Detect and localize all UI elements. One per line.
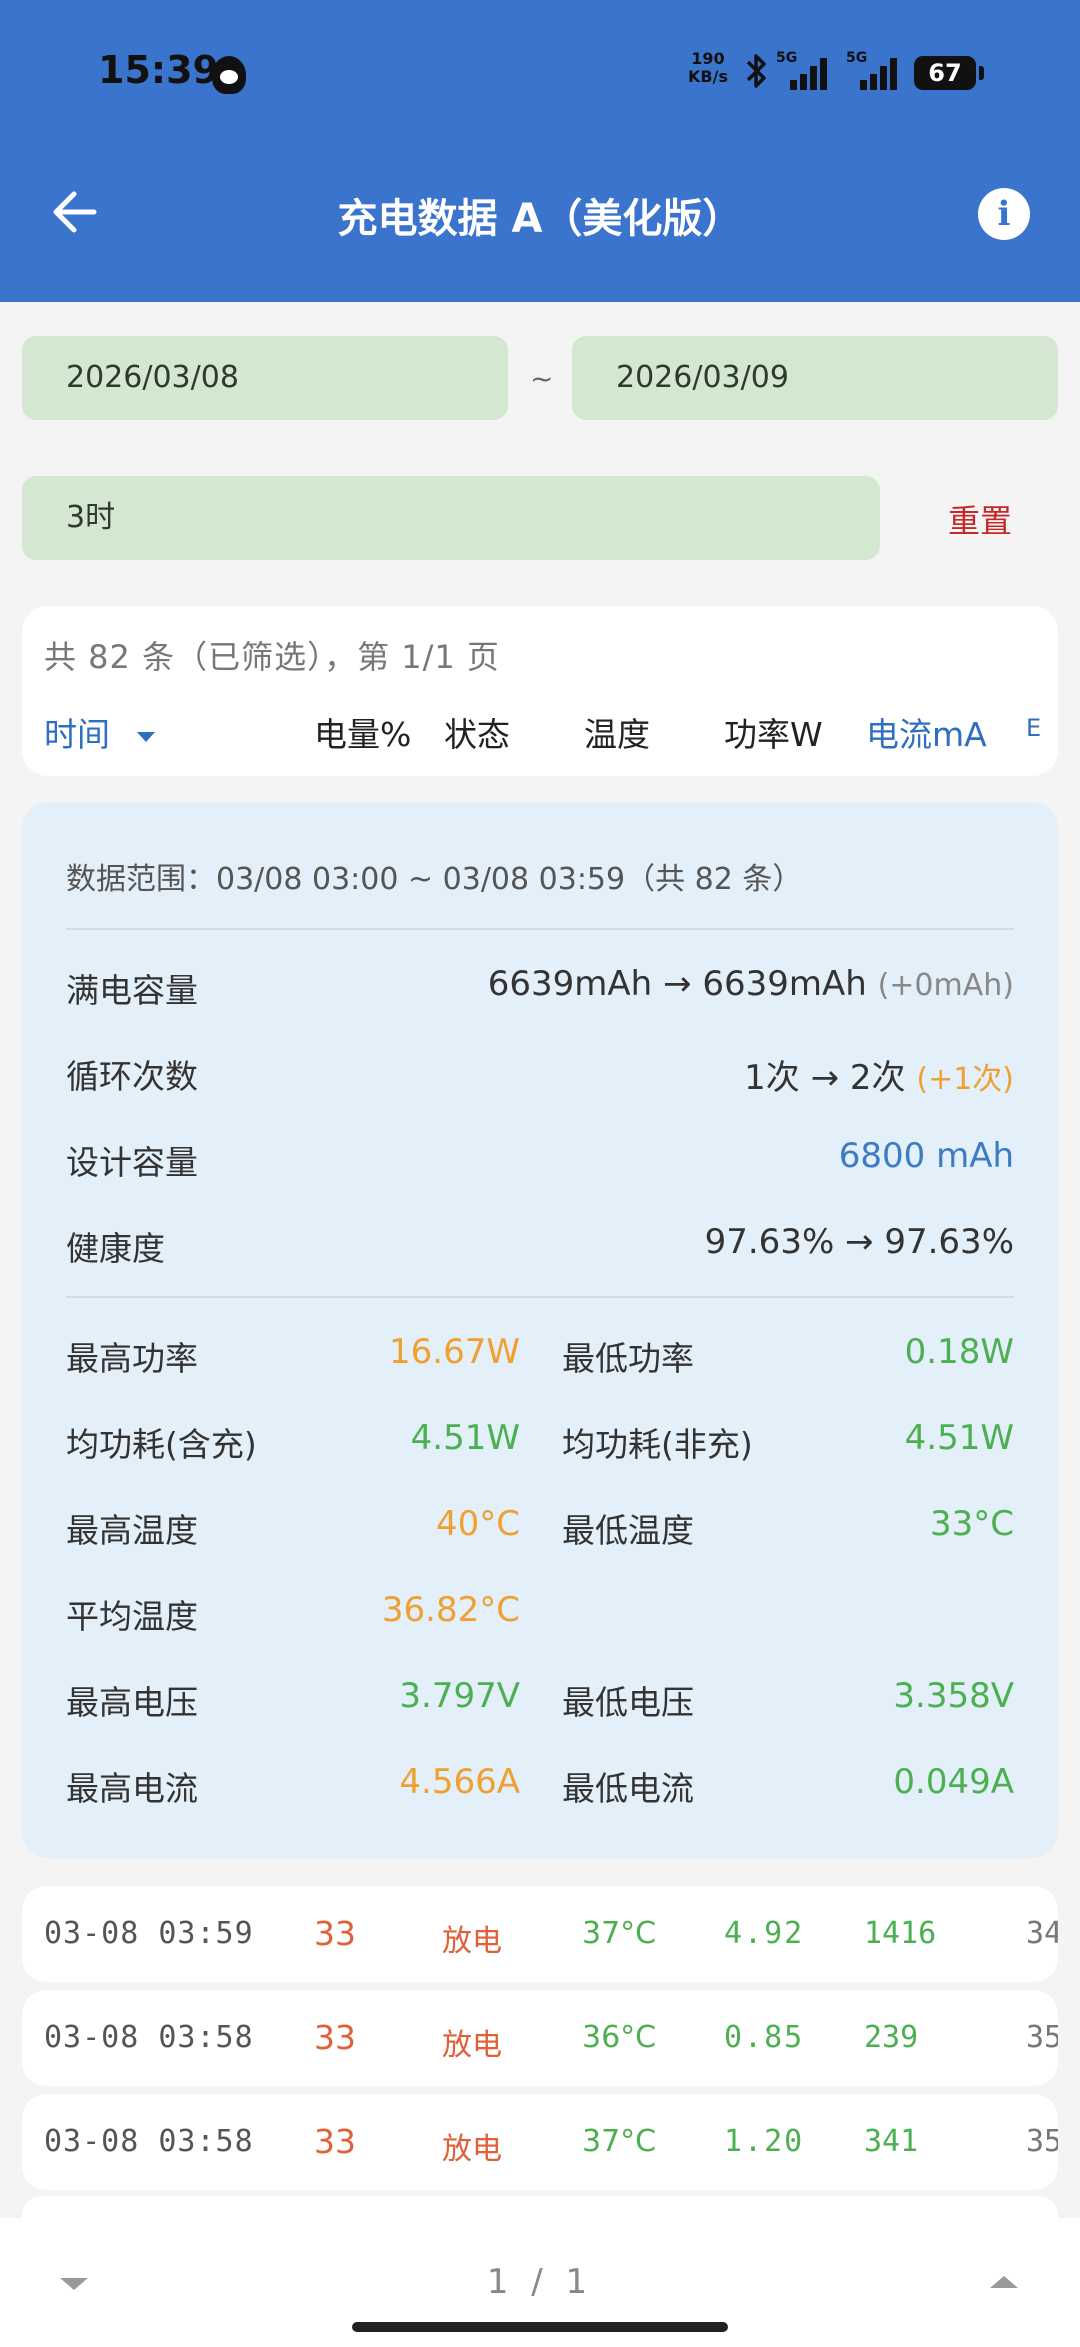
start-date-field[interactable]: 2026/03/08: [22, 336, 508, 420]
max-current-value: 4.566A: [399, 1762, 520, 1802]
hour-filter-field[interactable]: 3时: [22, 476, 880, 560]
cell-status: 放电: [442, 2028, 502, 2063]
cell-time: 03-08 03:59: [44, 1916, 254, 1951]
min-current-label: 最低电流: [562, 1769, 694, 1808]
full-capacity-label: 满电容量: [66, 971, 198, 1010]
delta: (+0mAh): [877, 968, 1014, 1003]
max-power-label: 最高功率: [66, 1339, 198, 1378]
net-speed-value: 190: [691, 49, 725, 68]
signal-type: 5G: [846, 50, 868, 66]
bluetooth-icon: [742, 52, 772, 99]
column-header-voltage[interactable]: E: [1026, 714, 1041, 742]
column-label: 时间: [44, 715, 110, 754]
divider: [66, 928, 1014, 930]
net-speed: 190 KB/s: [688, 50, 728, 86]
cell-temp: 37°C: [582, 1916, 657, 1951]
health-label: 健康度: [66, 1229, 165, 1268]
table-row[interactable]: 03-08 03:58 33 放电 36°C 0.85 239 35: [22, 1990, 1058, 2086]
divider: [66, 1296, 1014, 1298]
cell-voltage: 35: [1026, 2020, 1058, 2055]
cell-current: 1416: [864, 1916, 937, 1951]
design-capacity-label: 设计容量: [66, 1143, 198, 1182]
signal-icon: 5G: [776, 50, 836, 90]
cell-level: 33: [314, 1914, 356, 1953]
info-icon[interactable]: i: [978, 188, 1030, 240]
min-temp-value: 33°C: [929, 1504, 1014, 1544]
date-separator: ~: [530, 362, 554, 395]
cell-power: 0.85: [724, 2020, 805, 2055]
table-row[interactable]: 03-08 03:59 33 放电 37°C 4.92 1416 34: [22, 1886, 1058, 1982]
table-row[interactable]: 03-08 03:58 33 放电 37°C 1.20 341 35: [22, 2094, 1058, 2190]
cell-temp: 37°C: [582, 2124, 657, 2159]
qq-icon: [212, 56, 246, 94]
avg-temp-label: 平均温度: [66, 1597, 198, 1636]
cell-current: 239: [864, 2020, 919, 2055]
max-temp-label: 最高温度: [66, 1511, 198, 1550]
min-voltage-label: 最低电压: [562, 1683, 694, 1722]
avg-temp-value: 36.82°C: [381, 1590, 520, 1630]
column-header-current[interactable]: 电流mA: [866, 708, 987, 756]
page-indicator: 1 / 1: [486, 2262, 594, 2302]
avg-consumption-excl-value: 4.51W: [904, 1418, 1014, 1458]
min-power-label: 最低功率: [562, 1339, 694, 1378]
health-value: 97.63% → 97.63%: [704, 1222, 1014, 1262]
max-voltage-value: 3.797V: [399, 1676, 520, 1716]
full-capacity-value: 6639mAh → 6639mAh (+0mAh): [488, 964, 1014, 1004]
min-current-value: 0.049A: [893, 1762, 1014, 1802]
cell-power: 1.20: [724, 2124, 805, 2159]
value: 1次 → 2次: [744, 1058, 906, 1098]
cell-time: 03-08 03:58: [44, 2020, 254, 2055]
min-power-value: 0.18W: [904, 1332, 1014, 1372]
signal-type: 5G: [776, 50, 798, 66]
cell-power: 4.92: [724, 1916, 805, 1951]
column-header-power[interactable]: 功率W: [724, 708, 823, 756]
result-summary: 共 82 条（已筛选），第 1/1 页: [44, 638, 500, 676]
min-temp-label: 最低温度: [562, 1511, 694, 1550]
data-range: 数据范围：03/08 03:00 ~ 03/08 03:59（共 82 条）: [66, 862, 803, 897]
cell-current: 341: [864, 2124, 919, 2159]
cell-time: 03-08 03:58: [44, 2124, 254, 2159]
cell-temp: 36°C: [582, 2020, 657, 2055]
column-header-time[interactable]: 时间: [44, 708, 157, 756]
page-title: 充电数据 A（美化版）: [337, 196, 743, 242]
pager-bar: 1 / 1: [0, 2218, 1080, 2347]
avg-consumption-excl-label: 均功耗(非充): [562, 1425, 753, 1464]
avg-consumption-incl-label: 均功耗(含充): [66, 1425, 257, 1464]
cell-level: 33: [314, 2122, 356, 2161]
cell-voltage: 34: [1026, 1916, 1058, 1951]
column-header-status[interactable]: 状态: [444, 708, 510, 756]
column-header-level[interactable]: 电量%: [314, 708, 411, 756]
min-voltage-value: 3.358V: [893, 1676, 1014, 1716]
net-speed-unit: KB/s: [688, 67, 728, 86]
max-temp-value: 40°C: [435, 1504, 520, 1544]
home-indicator[interactable]: [352, 2322, 728, 2332]
delta: (+1次): [916, 1062, 1014, 1097]
cycle-count-label: 循环次数: [66, 1057, 198, 1096]
battery-icon: 67: [914, 56, 984, 90]
cell-status: 放电: [442, 2132, 502, 2167]
app-bar: 15:39 190 KB/s 5G 5G 67 充电数据 A（美化版） i: [0, 0, 1080, 302]
cell-voltage: 35: [1026, 2124, 1058, 2159]
value: 6639mAh → 6639mAh: [487, 964, 867, 1004]
design-capacity-value: 6800 mAh: [838, 1136, 1014, 1176]
signal-icon: 5G: [846, 50, 906, 90]
sort-down-icon: [136, 731, 155, 742]
max-current-label: 最高电流: [66, 1769, 198, 1808]
cell-status: 放电: [442, 1924, 502, 1959]
status-time: 15:39: [98, 48, 219, 92]
column-header-temp[interactable]: 温度: [584, 708, 650, 756]
cell-level: 33: [314, 2018, 356, 2057]
end-date-field[interactable]: 2026/03/09: [572, 336, 1058, 420]
avg-consumption-incl-value: 4.51W: [410, 1418, 520, 1458]
cycle-count-value: 1次 → 2次 (+1次): [744, 1050, 1014, 1099]
max-power-value: 16.67W: [389, 1332, 520, 1372]
max-voltage-label: 最高电压: [66, 1683, 198, 1722]
stats-panel: 数据范围：03/08 03:00 ~ 03/08 03:59（共 82 条） 满…: [22, 802, 1058, 1858]
reset-button[interactable]: 重置: [948, 496, 1012, 542]
page-next-icon[interactable]: [990, 2276, 1018, 2288]
